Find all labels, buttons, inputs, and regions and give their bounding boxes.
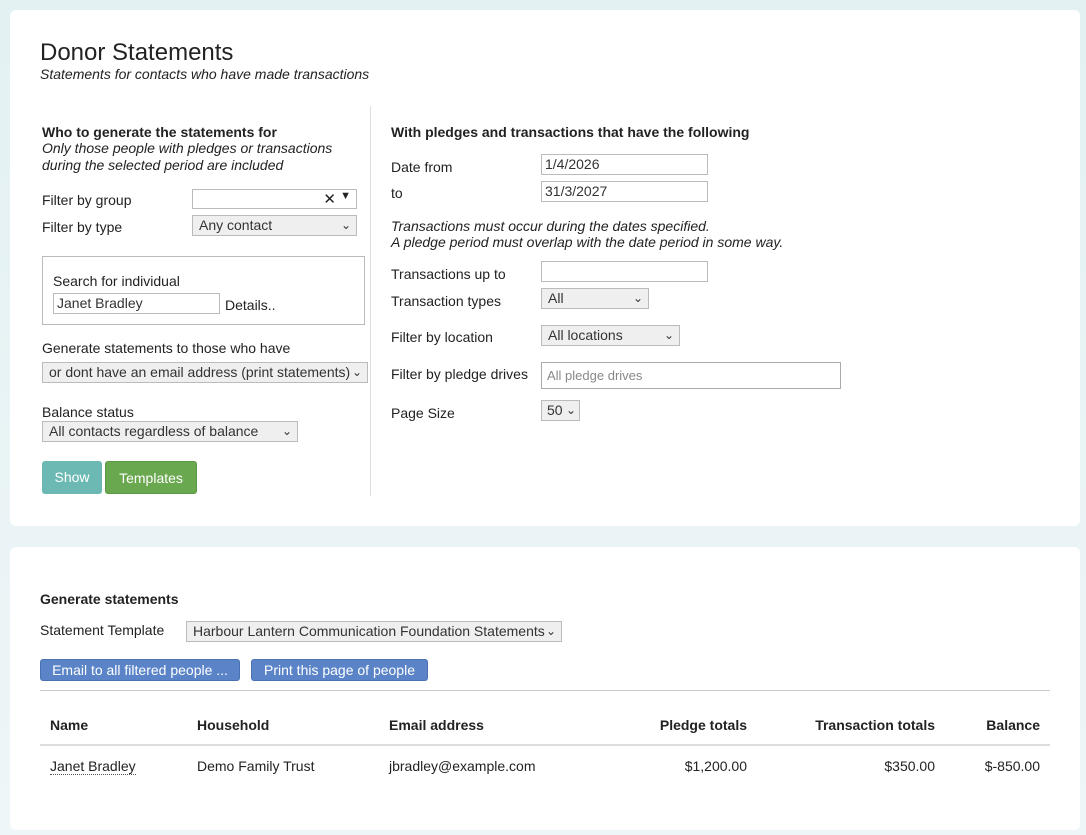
filter-panel: Donor Statements Statements for contacts… [10, 10, 1080, 526]
transaction-total-cell: $350.00 [884, 758, 935, 774]
chevron-down-icon: ⌄ [663, 328, 674, 342]
generate-to-label: Generate statements to those who have [42, 340, 291, 356]
pledge-total-cell: $1,200.00 [684, 758, 747, 774]
location-select[interactable]: All locations ⌄ [541, 325, 680, 346]
dates-note-line1: Transactions must occur during the dates… [391, 218, 710, 234]
date-to-input[interactable]: 31/3/2027 [541, 181, 708, 202]
templates-button[interactable]: Templates [105, 461, 197, 494]
who-note-line1: Only those people with pledges or transa… [42, 140, 333, 156]
search-label: Search for individual [53, 273, 180, 289]
chevron-down-icon: ⌄ [545, 624, 556, 638]
location-label: Filter by location [391, 329, 493, 345]
generate-section-title: Generate statements [40, 591, 179, 607]
show-button[interactable]: Show [42, 461, 102, 494]
statement-template-select[interactable]: Harbour Lantern Communication Foundation… [186, 621, 562, 642]
col-header-household: Household [197, 717, 270, 733]
email-cell: jbradley@example.com [389, 758, 536, 774]
balance-status-select[interactable]: All contacts regardless of balance ⌄ [42, 421, 298, 442]
date-from-input[interactable]: 1/4/2026 [541, 154, 708, 175]
who-section-title: Who to generate the statements for [42, 124, 277, 140]
page-subtitle: Statements for contacts who have made tr… [40, 66, 370, 82]
transaction-types-label: Transaction types [391, 293, 501, 309]
generate-to-value: or dont have an email address (print sta… [49, 364, 351, 380]
contact-name-link[interactable]: Janet Bradley [50, 758, 136, 775]
col-header-balance: Balance [986, 717, 1040, 733]
col-header-name: Name [50, 717, 89, 733]
statement-template-value: Harbour Lantern Communication Foundation… [193, 623, 545, 639]
page-size-label: Page Size [391, 405, 455, 421]
household-cell: Demo Family Trust [197, 758, 315, 774]
table-header-divider [40, 744, 1050, 746]
filter-type-label: Filter by type [42, 219, 123, 235]
balance-cell: $-850.00 [984, 758, 1040, 774]
transactions-up-to-label: Transactions up to [391, 266, 506, 282]
generate-panel: Generate statements Statement Template H… [10, 547, 1080, 830]
pledges-section-title: With pledges and transactions that have … [391, 124, 750, 140]
column-divider [370, 106, 371, 496]
page-title: Donor Statements [40, 39, 234, 66]
col-header-pledge-totals: Pledge totals [659, 717, 747, 733]
chevron-down-icon: ⌄ [281, 424, 292, 438]
chevron-down-icon: ⌄ [632, 291, 643, 305]
transaction-types-select[interactable]: All ⌄ [541, 288, 649, 309]
balance-status-value: All contacts regardless of balance [49, 423, 259, 439]
filter-group-label: Filter by group [42, 192, 132, 208]
dates-note-line2: A pledge period must overlap with the da… [391, 234, 784, 250]
chevron-down-icon: ⌄ [340, 218, 351, 232]
transaction-types-value: All [548, 290, 564, 306]
details-link[interactable]: Details.. [225, 297, 276, 313]
table-top-divider [40, 690, 1050, 691]
page-size-value: 50 [547, 402, 563, 418]
col-header-transaction-totals: Transaction totals [815, 717, 935, 733]
caret-down-icon[interactable]: ▼ [340, 190, 351, 202]
transactions-up-to-input[interactable] [541, 261, 708, 282]
balance-status-label: Balance status [42, 404, 134, 420]
print-page-button[interactable]: Print this page of people [251, 659, 428, 681]
page-size-select[interactable]: 50 ⌄ [541, 400, 580, 421]
pledge-drives-label: Filter by pledge drives [391, 366, 528, 382]
filter-type-select[interactable]: Any contact ⌄ [192, 215, 357, 236]
close-icon[interactable]: ✕ [323, 190, 336, 208]
date-to-label: to [391, 185, 403, 201]
email-all-button[interactable]: Email to all filtered people ... [40, 659, 240, 681]
date-from-label: Date from [391, 159, 453, 175]
search-individual-panel: Search for individual Janet Bradley Deta… [42, 256, 365, 325]
chevron-down-icon: ⌄ [351, 365, 362, 379]
chevron-down-icon: ⌄ [565, 403, 576, 417]
generate-to-select[interactable]: or dont have an email address (print sta… [42, 362, 368, 383]
pledge-drives-input[interactable]: All pledge drives [541, 362, 841, 389]
filter-group-select[interactable]: ✕ ▼ [192, 189, 357, 209]
search-input[interactable]: Janet Bradley [53, 293, 220, 314]
who-note-line2: during the selected period are included [42, 157, 284, 173]
location-value: All locations [548, 327, 623, 343]
statement-template-label: Statement Template [40, 622, 165, 638]
col-header-email: Email address [389, 717, 484, 733]
filter-type-value: Any contact [199, 217, 273, 233]
